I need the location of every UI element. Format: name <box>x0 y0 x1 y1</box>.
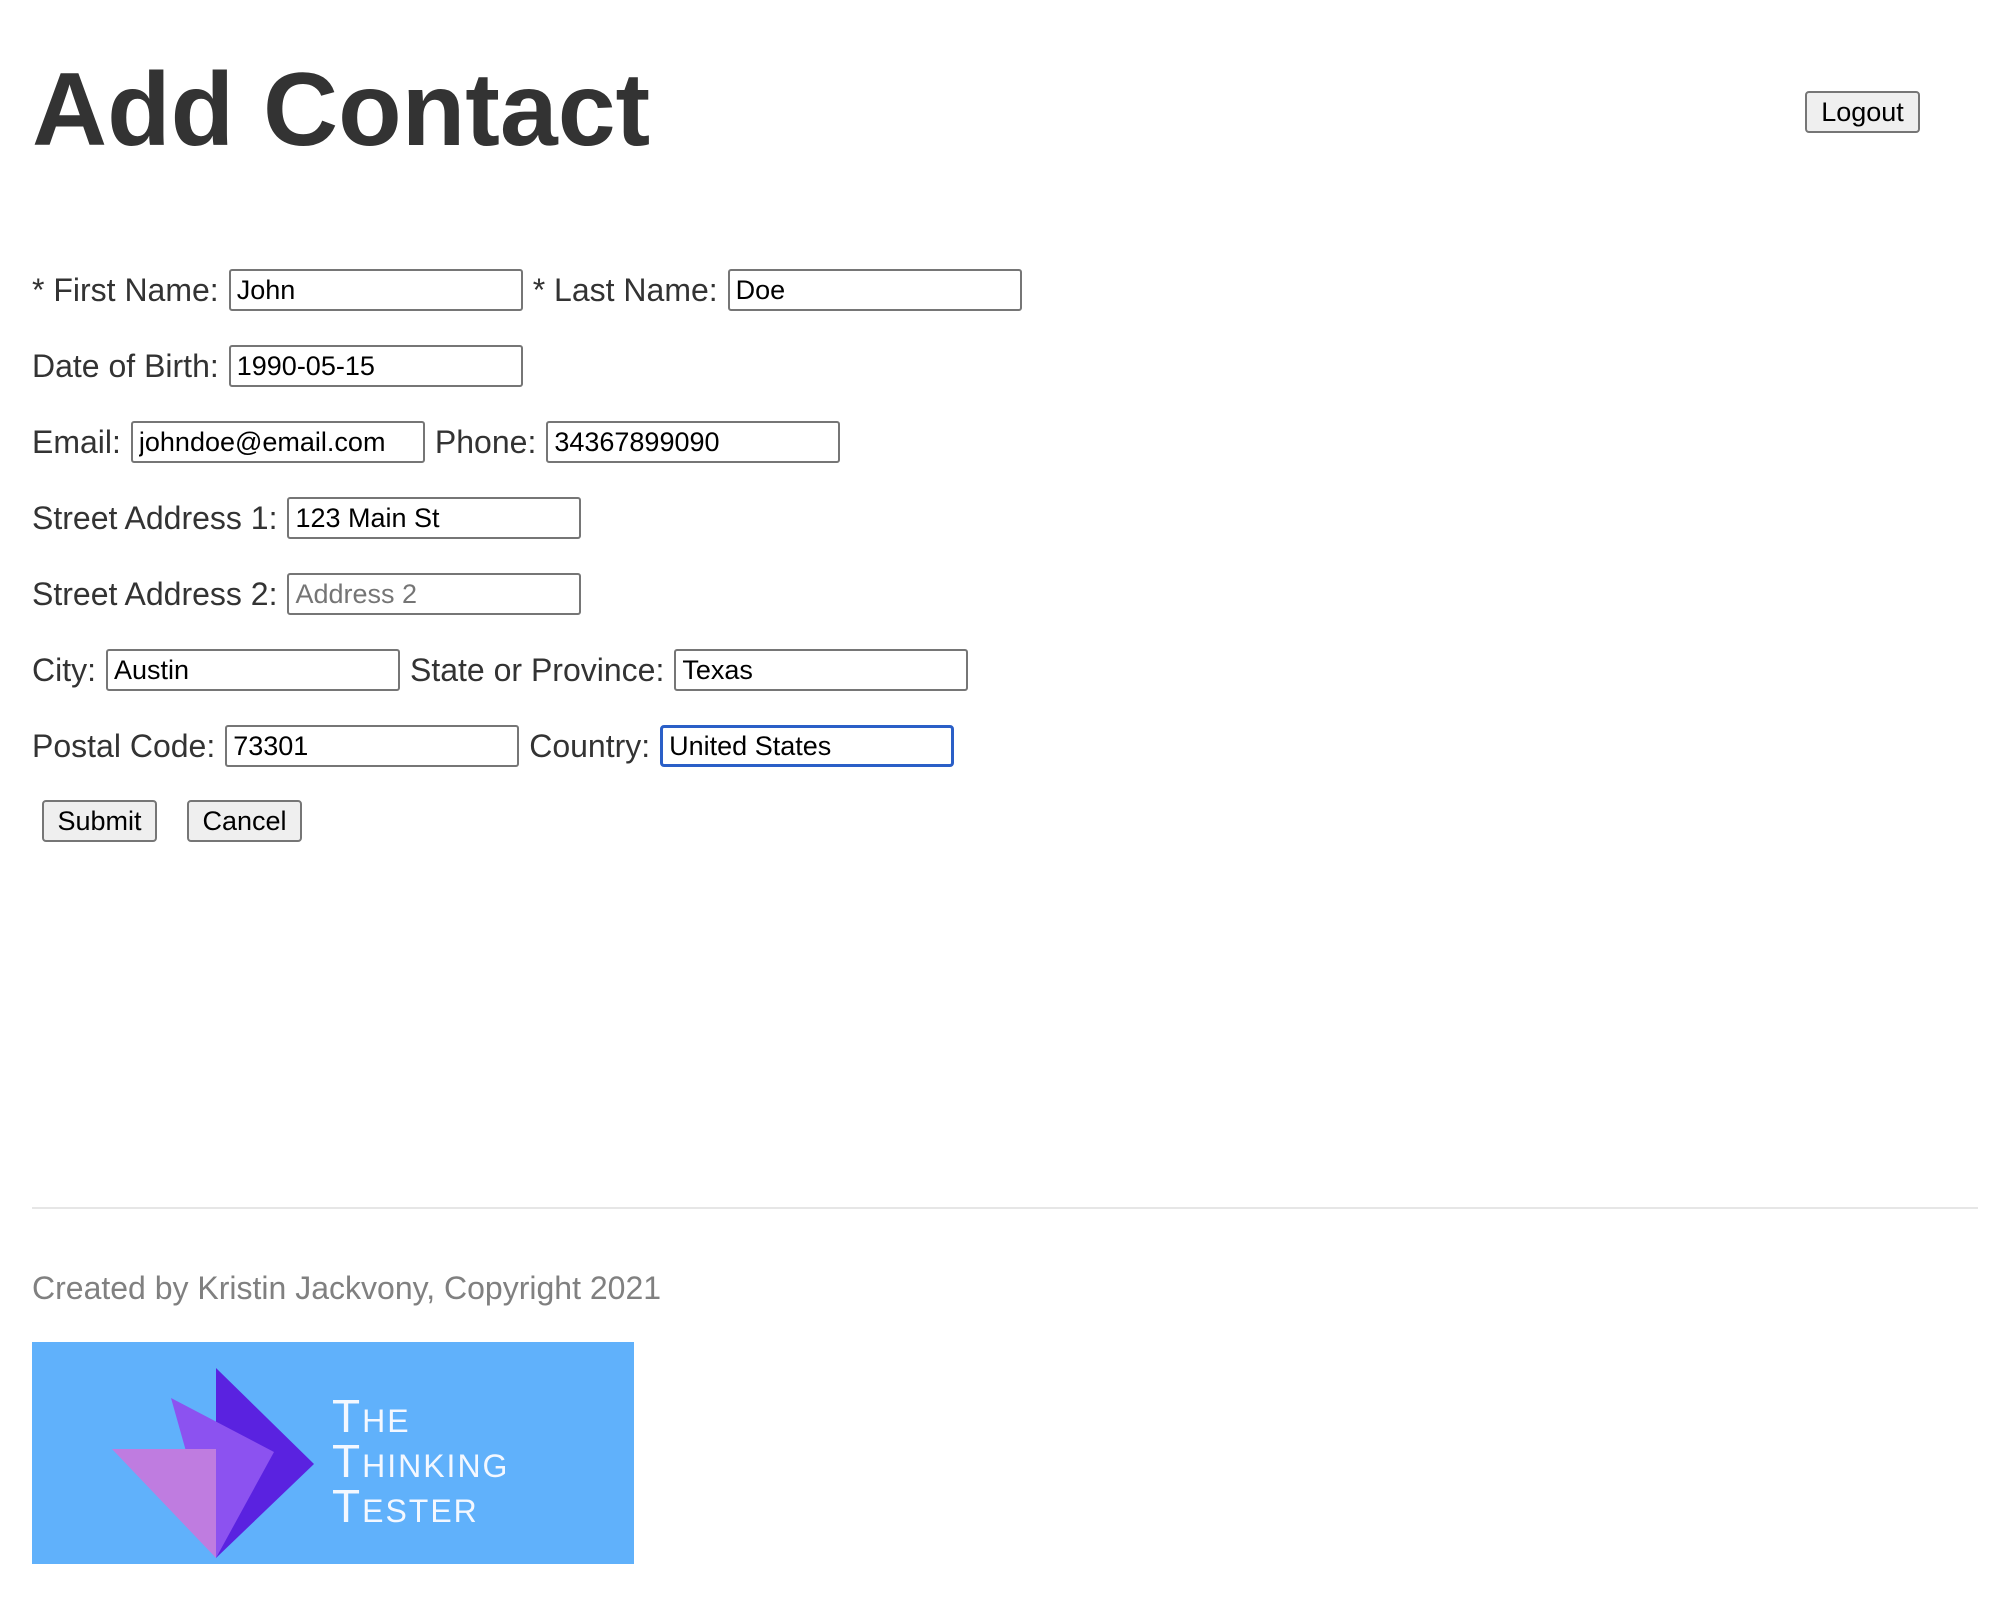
street2-input[interactable] <box>287 573 582 615</box>
phone-label: Phone: <box>434 424 537 460</box>
birthdate-row: Date of Birth: <box>32 344 1032 388</box>
postal-input[interactable] <box>225 725 520 767</box>
logo-line-1: The <box>332 1390 411 1442</box>
last-name-label: * Last Name: <box>532 272 718 308</box>
first-name-input[interactable] <box>228 269 523 311</box>
street1-row: Street Address 1: <box>32 496 1032 540</box>
state-label: State or Province: <box>410 652 665 688</box>
last-name-input[interactable] <box>727 269 1022 311</box>
country-label: Country: <box>529 728 651 764</box>
logout-button[interactable]: Logout <box>1805 91 1920 133</box>
first-name-label: * First Name: <box>32 272 219 308</box>
footer-divider <box>32 1207 1978 1209</box>
postal-label: Postal Code: <box>32 728 216 764</box>
email-label: Email: <box>32 424 121 460</box>
street1-label: Street Address 1: <box>32 500 278 536</box>
postal-row: Postal Code: Country: <box>32 724 1032 768</box>
add-contact-form: * First Name: * Last Name: Date of Birth… <box>32 268 1032 842</box>
state-input[interactable] <box>674 649 969 691</box>
city-input[interactable] <box>106 649 400 691</box>
street1-input[interactable] <box>287 497 582 539</box>
street2-row: Street Address 2: <box>32 572 1032 616</box>
city-label: City: <box>32 652 96 688</box>
city-row: City: State or Province: <box>32 648 1032 692</box>
phone-input[interactable] <box>546 421 841 463</box>
page-header: Add Contact Logout <box>32 58 1932 188</box>
form-actions: Submit Cancel <box>42 800 1032 842</box>
name-row: * First Name: * Last Name: <box>32 268 1032 312</box>
page-title: Add Contact <box>32 52 651 168</box>
street2-label: Street Address 2: <box>32 576 278 612</box>
logo-line-3: Tester <box>332 1480 479 1532</box>
country-input[interactable] <box>660 725 955 767</box>
logo-wordmark: The Thinking Tester <box>332 1390 510 1532</box>
email-input[interactable] <box>130 421 425 463</box>
logo-line-2: Thinking <box>332 1435 510 1487</box>
birthdate-label: Date of Birth: <box>32 348 219 384</box>
thinking-tester-logo: The Thinking Tester <box>32 1342 634 1564</box>
footer-credit: Created by Kristin Jackvony, Copyright 2… <box>32 1270 662 1306</box>
birthdate-input[interactable] <box>228 345 523 387</box>
contact-row: Email: Phone: <box>32 420 1032 464</box>
submit-button[interactable]: Submit <box>42 800 157 842</box>
cancel-button[interactable]: Cancel <box>187 800 302 842</box>
